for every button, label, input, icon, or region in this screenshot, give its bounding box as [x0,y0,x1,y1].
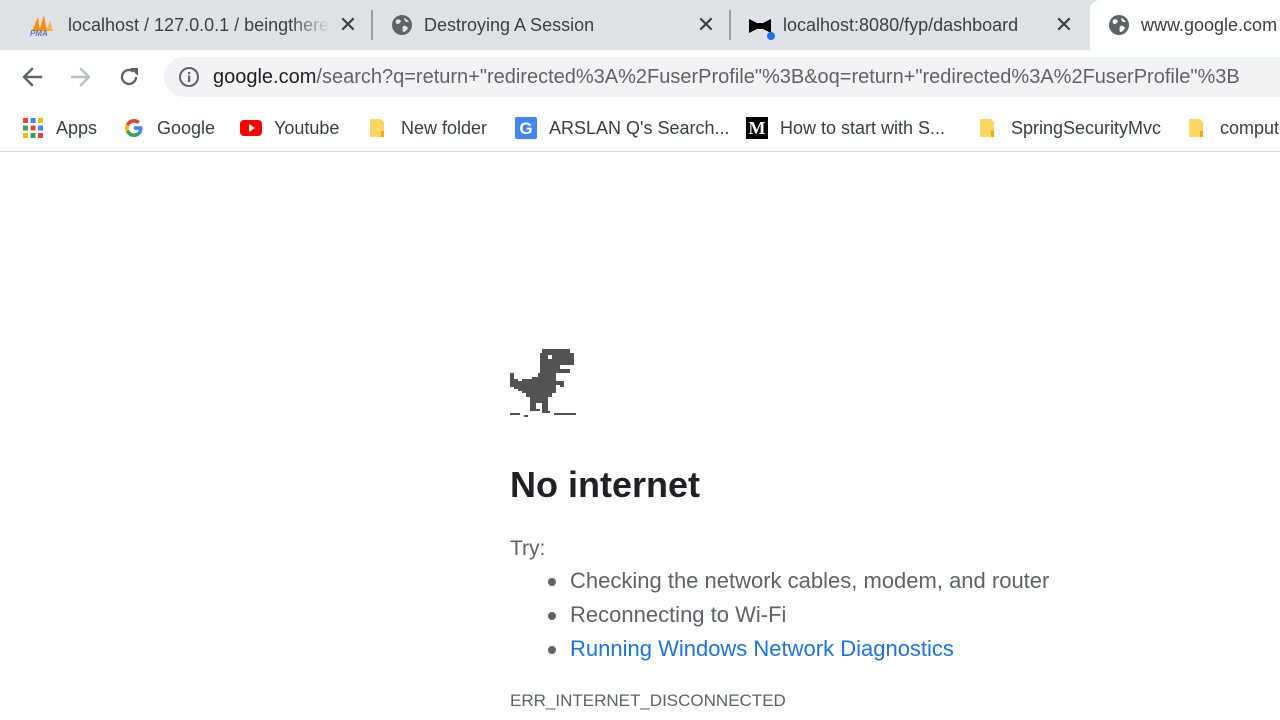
globe-icon [1107,13,1131,37]
g-letter-icon: G [515,117,537,139]
suggestion-text: Checking the network cables, modem, and … [570,568,1050,593]
diagnostics-link[interactable]: Running Windows Network Diagnostics [570,636,954,661]
phpmyadmin-icon: PMA [28,13,53,38]
url-path: /search?q=return+"redirected%3A%2FuserPr… [316,66,1240,88]
bookmark-apps[interactable]: Apps [22,114,97,142]
back-button[interactable] [15,60,49,94]
tab-title: Destroying A Session [424,15,595,35]
close-tab-icon[interactable]: ✕ [337,14,359,36]
reload-button[interactable] [112,60,146,94]
bookmark-label: Youtube [274,117,340,138]
url-text[interactable]: google.com/search?q=return+"redirected%3… [213,66,1240,88]
tab-destroying-session[interactable]: Destroying A Session ✕ [372,0,729,50]
tab-title: localhost / 127.0.0.1 / beingthere [68,15,330,35]
bullet [548,612,556,620]
try-label: Try: [510,537,546,560]
forward-arrow-icon [70,67,91,87]
suggestion-item: Reconnecting to Wi-Fi [548,601,787,629]
error-code: ERR_INTERNET_DISCONNECTED [510,691,786,710]
tab-fyp-dashboard[interactable]: localhost:8080/fyp/dashboard ✕ [731,0,1088,50]
bookmark-computer[interactable]: computer [1186,114,1280,142]
tab-google-active[interactable]: www.google.com [1090,0,1280,50]
bookmark-new-folder[interactable]: New folder [367,114,487,142]
forward-button[interactable] [64,60,98,94]
error-heading: No internet [510,464,701,505]
svg-text:PMA: PMA [30,29,48,37]
dinosaur-icon[interactable] [510,349,578,417]
suggestion-text: Reconnecting to Wi-Fi [570,602,787,627]
reload-icon [120,68,138,86]
suggestion-item: Running Windows Network Diagnostics [548,635,954,663]
bookmark-google[interactable]: Google [123,114,215,142]
medium-icon: M [746,117,768,139]
bowtie-icon [747,13,775,40]
bookmark-label: How to start with S... [780,117,946,138]
suggestion-item: Checking the network cables, modem, and … [548,567,1050,595]
folder-icon [977,117,999,139]
bookmark-medium[interactable]: M How to start with S... [746,114,945,142]
address-bar[interactable]: google.com/search?q=return+"redirected%3… [164,57,1280,97]
bookmark-springsecurity[interactable]: SpringSecurityMvc [977,114,1161,142]
close-tab-icon[interactable]: ✕ [1053,14,1075,36]
tab-title: www.google.com [1141,15,1278,35]
bullet [548,578,556,586]
bookmark-arslan[interactable]: G ARSLAN Q's Search... [515,114,730,142]
bookmarks-bar: Apps Google Youtube New folder G ARSLAN … [0,104,1280,152]
globe-icon [390,13,414,37]
svg-text:M: M [749,118,766,138]
toolbar: google.com/search?q=return+"redirected%3… [0,50,1280,104]
bookmark-youtube[interactable]: Youtube [240,114,339,142]
folder-icon [367,117,389,139]
bookmark-label: New folder [401,117,488,138]
error-page: No internet Try: Checking the network ca… [0,153,1280,720]
info-icon[interactable] [178,66,200,88]
apps-grid-icon [22,117,44,139]
tab-strip: PMA localhost / 127.0.0.1 / beingthere ✕… [0,0,1280,50]
bookmark-label: ARSLAN Q's Search... [549,117,730,138]
back-arrow-icon [22,67,43,87]
url-host: google.com [213,66,317,88]
close-tab-icon[interactable]: ✕ [695,14,717,36]
svg-text:G: G [519,119,532,138]
folder-icon [1186,117,1208,139]
bookmark-label: Apps [56,117,98,138]
google-icon [123,117,145,139]
tab-title: localhost:8080/fyp/dashboard [783,15,1019,35]
bookmark-label: SpringSecurityMvc [1011,117,1162,138]
youtube-icon [240,117,262,139]
bullet [548,646,556,654]
bookmark-label: Google [157,117,216,138]
tab-phpmyadmin[interactable]: PMA localhost / 127.0.0.1 / beingthere ✕ [10,0,370,50]
bookmark-label: computer [1220,117,1280,138]
